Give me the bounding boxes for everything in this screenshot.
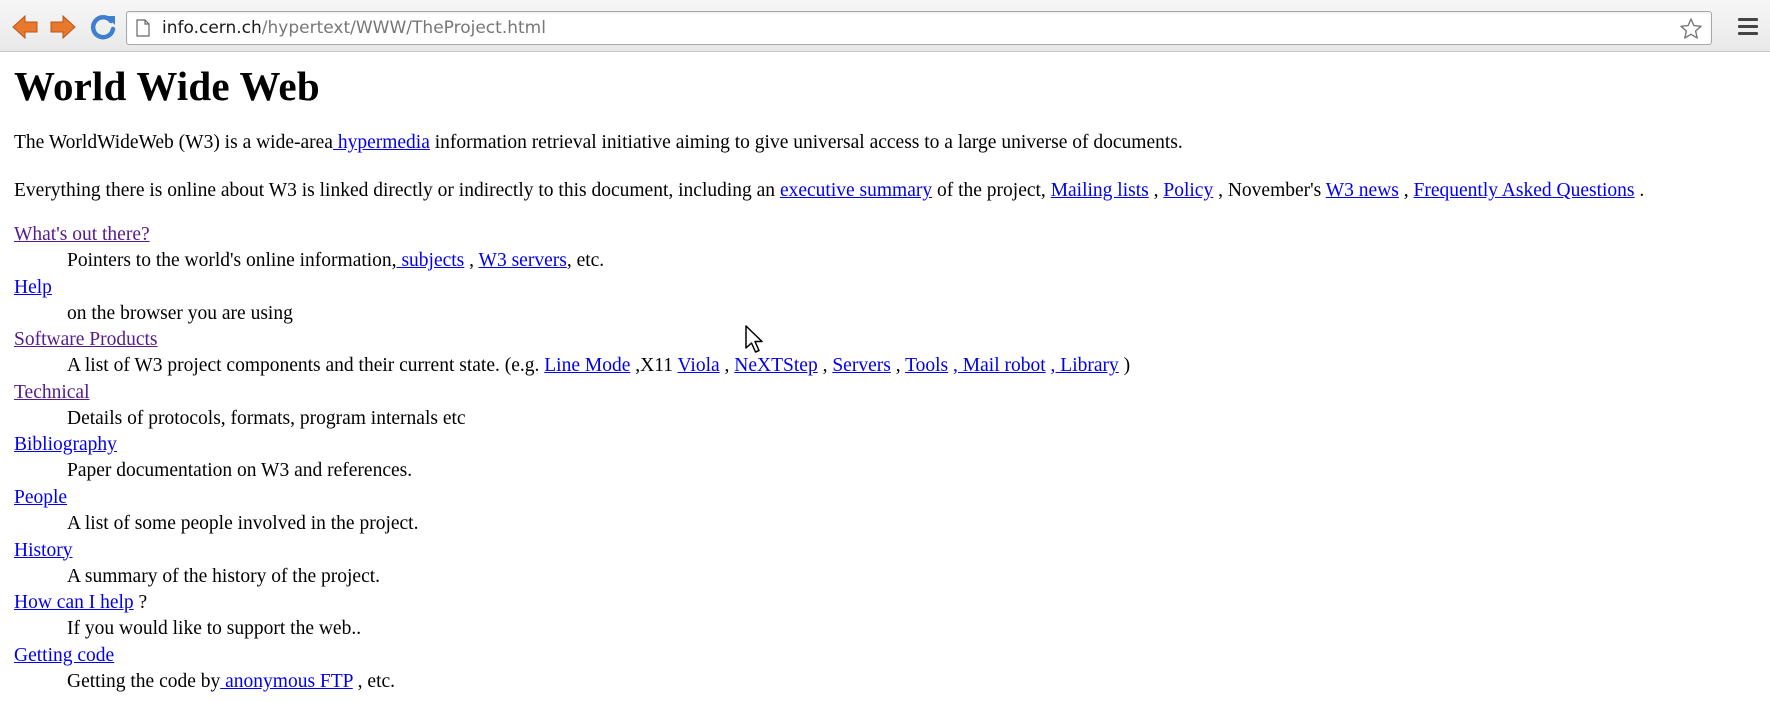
- forward-button[interactable]: [48, 12, 78, 42]
- topic-history: History: [14, 538, 1754, 564]
- overview-sep-2: ,: [1148, 180, 1164, 201]
- hypermedia-link[interactable]: hypermedia: [333, 132, 430, 153]
- topic-desc-getting-code: Getting the code by anonymous FTP , etc.: [67, 669, 1754, 696]
- faq-link[interactable]: Frequently Asked Questions: [1414, 180, 1635, 201]
- tools-link[interactable]: Tools: [905, 355, 948, 376]
- forward-arrow-icon: [50, 14, 76, 40]
- topic-desc-software-products: A list of W3 project components and thei…: [67, 353, 1754, 380]
- url-text[interactable]: info.cern.ch/hypertext/WWW/TheProject.ht…: [162, 18, 546, 38]
- overview-text-1: of the project,: [932, 180, 1051, 201]
- desc-sep: ,: [890, 355, 906, 377]
- page-content: World Wide Web The WorldWideWeb (W3) is …: [14, 62, 1754, 695]
- topic-list: What's out there? Pointers to the world'…: [14, 222, 1754, 695]
- desc-sep: ,: [464, 250, 479, 271]
- term-suffix: ?: [133, 592, 148, 614]
- subjects-link[interactable]: subjects: [397, 250, 464, 271]
- reload-icon: [90, 15, 116, 40]
- intro-text-end: information retrieval initiative aiming …: [429, 132, 1183, 153]
- history-link[interactable]: History: [14, 540, 73, 561]
- executive-summary-link[interactable]: executive summary: [780, 180, 932, 201]
- w3-news-link[interactable]: W3 news: [1326, 180, 1399, 201]
- technical-link[interactable]: Technical: [14, 382, 90, 403]
- overview-end: .: [1634, 180, 1645, 201]
- topic-bibliography: Bibliography: [14, 432, 1754, 458]
- reload-button[interactable]: [88, 12, 118, 42]
- desc-sep: ,: [719, 355, 735, 377]
- anonymous-ftp-link[interactable]: anonymous FTP: [220, 671, 353, 692]
- overview-sep-4: ,: [1398, 180, 1414, 201]
- overview-text: Everything there is online about W3 is l…: [14, 180, 780, 201]
- topic-how-can-i-help: How can I help ?: [14, 590, 1754, 616]
- topic-desc-bibliography: Paper documentation on W3 and references…: [67, 460, 413, 482]
- mail-robot-link[interactable]: , Mail robot: [953, 355, 1046, 376]
- url-path: /hypertext/WWW/TheProject.html: [261, 18, 546, 38]
- nextstep-link[interactable]: NeXTStep: [734, 355, 817, 376]
- viola-link[interactable]: Viola: [678, 355, 720, 376]
- overview-text-3: , November's: [1213, 180, 1326, 201]
- whats-out-there-link[interactable]: What's out there?: [14, 224, 150, 245]
- desc-end: , etc.: [352, 670, 396, 692]
- desc-text: A list of W3 project components and thei…: [67, 355, 545, 377]
- bibliography-link[interactable]: Bibliography: [14, 434, 117, 455]
- software-products-link[interactable]: Software Products: [14, 329, 158, 350]
- topic-desc-whats-out-there: Pointers to the world's online informati…: [67, 248, 1754, 275]
- library-link[interactable]: , Library: [1051, 355, 1119, 376]
- w3-servers-link[interactable]: W3 servers: [479, 250, 567, 271]
- page-title: World Wide Web: [14, 63, 320, 109]
- desc-x11: ,X11: [630, 355, 678, 377]
- topic-getting-code: Getting code: [14, 643, 1754, 669]
- topic-desc-people: A list of some people involved in the pr…: [67, 512, 419, 534]
- intro-paragraph: The WorldWideWeb (W3) is a wide-area hyp…: [14, 126, 1754, 160]
- help-link[interactable]: Help: [14, 277, 52, 298]
- topic-desc-technical: Details of protocols, formats, program i…: [67, 407, 466, 429]
- overview-paragraph: Everything there is online about W3 is l…: [14, 174, 1754, 208]
- intro-text: The WorldWideWeb (W3) is a wide-area: [14, 132, 333, 153]
- mailing-lists-link[interactable]: Mailing lists: [1051, 180, 1149, 201]
- menu-icon[interactable]: [1738, 18, 1758, 36]
- url-host: info.cern.ch: [162, 18, 262, 38]
- servers-link[interactable]: Servers: [832, 355, 890, 376]
- desc-sep: ,: [817, 355, 833, 377]
- topic-people: People: [14, 485, 1754, 511]
- back-arrow-icon: [12, 14, 38, 40]
- desc-text: Getting the code by: [67, 670, 221, 692]
- topic-whats-out-there: What's out there?: [14, 222, 1754, 248]
- topic-desc-history: A summary of the history of the project.: [67, 565, 381, 587]
- page-icon: [136, 19, 150, 37]
- desc-end: ): [1118, 355, 1131, 377]
- topic-desc-how-can-i-help: If you would like to support the web..: [67, 618, 362, 640]
- how-can-i-help-link[interactable]: How can I help: [14, 592, 134, 613]
- desc-end: , etc.: [566, 250, 605, 271]
- address-bar[interactable]: info.cern.ch/hypertext/WWW/TheProject.ht…: [126, 11, 1712, 45]
- star-icon[interactable]: [1679, 17, 1703, 41]
- getting-code-link[interactable]: Getting code: [14, 645, 114, 666]
- desc-text: Pointers to the world's online informati…: [67, 250, 397, 271]
- topic-technical: Technical: [14, 380, 1754, 406]
- topic-software-products: Software Products: [14, 327, 1754, 353]
- back-button[interactable]: [10, 12, 40, 42]
- topic-desc-help: on the browser you are using: [67, 302, 293, 324]
- browser-toolbar: info.cern.ch/hypertext/WWW/TheProject.ht…: [0, 0, 1770, 52]
- topic-help: Help: [14, 275, 1754, 301]
- people-link[interactable]: People: [14, 487, 67, 508]
- line-mode-link[interactable]: Line Mode: [544, 355, 630, 376]
- policy-link[interactable]: Policy: [1163, 180, 1213, 201]
- mouse-cursor-icon: [745, 325, 763, 353]
